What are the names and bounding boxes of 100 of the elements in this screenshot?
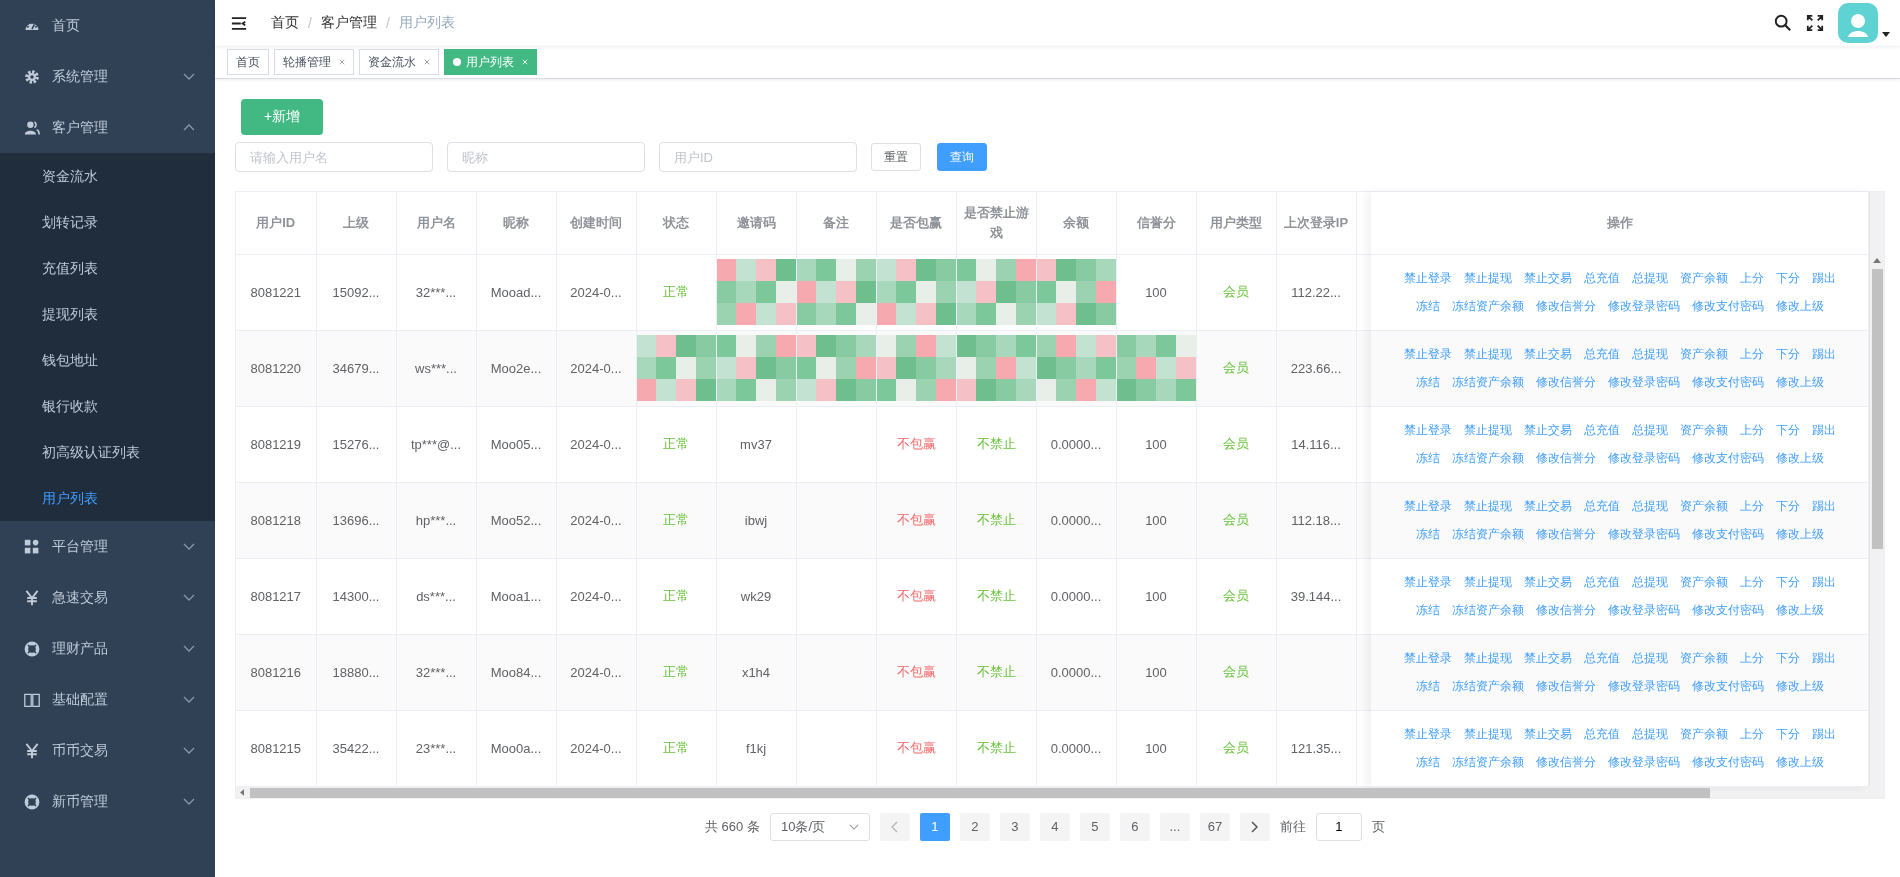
action-link[interactable]: 上分 [1739,492,1764,520]
tab[interactable]: 轮播管理 [274,49,354,75]
action-link[interactable]: 修改上级 [1775,292,1824,320]
action-link[interactable]: 禁止交易 [1523,340,1572,368]
input-field[interactable]: 请输入用户名 [235,142,433,172]
tab[interactable]: 用户列表 [444,49,537,75]
action-link[interactable]: 修改支付密码 [1691,444,1764,472]
action-link[interactable]: 上分 [1739,644,1764,672]
action-link[interactable]: 资产余额 [1679,644,1728,672]
action-link[interactable]: 冻结资产余额 [1451,520,1524,548]
action-link[interactable]: 修改上级 [1775,444,1824,472]
sidebar-item[interactable]: 客户管理 [0,102,215,153]
sidebar-item[interactable]: 首页 [0,0,215,51]
action-link[interactable]: 上分 [1739,264,1764,292]
action-link[interactable]: 禁止登录 [1403,644,1452,672]
action-link[interactable]: 资产余额 [1679,568,1728,596]
action-link[interactable]: 修改登录密码 [1607,368,1680,396]
input-field[interactable]: 昵称 [447,142,645,172]
action-link[interactable]: 修改信誉分 [1535,596,1596,624]
action-link[interactable]: 冻结 [1415,368,1440,396]
action-link[interactable]: 修改支付密码 [1691,292,1764,320]
action-link[interactable]: 冻结 [1415,292,1440,320]
action-link[interactable]: 禁止提现 [1463,492,1512,520]
action-link[interactable]: 踢出 [1811,492,1836,520]
action-link[interactable]: 禁止交易 [1523,492,1572,520]
action-link[interactable]: 总提现 [1631,720,1668,748]
action-link[interactable]: 修改登录密码 [1607,292,1680,320]
action-link[interactable]: 总提现 [1631,340,1668,368]
submenu-item[interactable]: 提现列表 [0,291,215,337]
page-button[interactable]: ... [1159,812,1190,841]
submenu-item[interactable]: 用户列表 [0,475,215,521]
page-button[interactable]: 2 [959,812,990,841]
action-link[interactable]: 下分 [1775,568,1800,596]
action-link[interactable]: 修改信誉分 [1535,520,1596,548]
submenu-item[interactable]: 初高级认证列表 [0,429,215,475]
action-link[interactable]: 修改上级 [1775,672,1824,700]
action-link[interactable]: 下分 [1775,340,1800,368]
action-link[interactable]: 总充值 [1583,720,1620,748]
reset-button[interactable]: 重置 [871,143,921,171]
page-button[interactable]: 1 [919,812,950,841]
action-link[interactable]: 修改信誉分 [1535,748,1596,776]
add-button[interactable]: +新增 [241,99,323,135]
action-link[interactable]: 冻结 [1415,672,1440,700]
action-link[interactable]: 踢出 [1811,720,1836,748]
action-link[interactable]: 修改上级 [1775,520,1824,548]
previous-page-button[interactable] [879,812,910,841]
sidebar-item[interactable]: 币币交易 [0,725,215,776]
action-link[interactable]: 冻结 [1415,596,1440,624]
action-link[interactable]: 踢出 [1811,340,1836,368]
submenu-item[interactable]: 划转记录 [0,199,215,245]
action-link[interactable]: 修改信誉分 [1535,368,1596,396]
action-link[interactable]: 冻结资产余额 [1451,596,1524,624]
action-link[interactable]: 冻结资产余额 [1451,748,1524,776]
submenu-item[interactable]: 钱包地址 [0,337,215,383]
action-link[interactable]: 资产余额 [1679,720,1728,748]
action-link[interactable]: 禁止交易 [1523,416,1572,444]
menu-icon[interactable] [231,16,247,30]
input-field[interactable]: 用户ID [659,142,857,172]
action-link[interactable]: 禁止登录 [1403,264,1452,292]
action-link[interactable]: 禁止交易 [1523,264,1572,292]
close-icon[interactable] [339,59,345,65]
action-link[interactable]: 总提现 [1631,492,1668,520]
page-input[interactable]: 1 [1315,812,1362,841]
action-link[interactable]: 修改支付密码 [1691,748,1764,776]
action-link[interactable]: 禁止交易 [1523,644,1572,672]
action-link[interactable]: 禁止提现 [1463,568,1512,596]
sidebar-item[interactable]: 新币管理 [0,776,215,827]
action-link[interactable]: 修改上级 [1775,368,1824,396]
action-link[interactable]: 禁止登录 [1403,492,1452,520]
sidebar-item[interactable]: 平台管理 [0,521,215,572]
action-link[interactable]: 总充值 [1583,492,1620,520]
action-link[interactable]: 禁止提现 [1463,644,1512,672]
page-button[interactable]: 67 [1199,812,1230,841]
action-link[interactable]: 修改信誉分 [1535,672,1596,700]
action-link[interactable]: 下分 [1775,492,1800,520]
tab[interactable]: 资金流水 [359,49,439,75]
action-link[interactable]: 禁止登录 [1403,720,1452,748]
action-link[interactable]: 总充值 [1583,264,1620,292]
action-link[interactable]: 上分 [1739,720,1764,748]
action-link[interactable]: 禁止提现 [1463,720,1512,748]
submenu-item[interactable]: 资金流水 [0,153,215,199]
action-link[interactable]: 冻结资产余额 [1451,368,1524,396]
action-link[interactable]: 禁止交易 [1523,720,1572,748]
action-link[interactable]: 下分 [1775,720,1800,748]
up-arrow-icon[interactable] [1873,258,1881,263]
page-button[interactable]: 6 [1119,812,1150,841]
action-link[interactable]: 禁止提现 [1463,264,1512,292]
page-button[interactable]: 5 [1079,812,1110,841]
action-link[interactable]: 总充值 [1583,568,1620,596]
action-link[interactable]: 总提现 [1631,264,1668,292]
action-link[interactable]: 总提现 [1631,644,1668,672]
action-link[interactable]: 冻结 [1415,444,1440,472]
submenu-item[interactable]: 充值列表 [0,245,215,291]
search-icon[interactable] [1774,14,1792,32]
close-icon[interactable] [424,59,430,65]
action-link[interactable]: 冻结资产余额 [1451,672,1524,700]
action-link[interactable]: 踢出 [1811,568,1836,596]
action-link[interactable]: 禁止交易 [1523,568,1572,596]
next-page-button[interactable] [1239,812,1270,841]
action-link[interactable]: 踢出 [1811,416,1836,444]
